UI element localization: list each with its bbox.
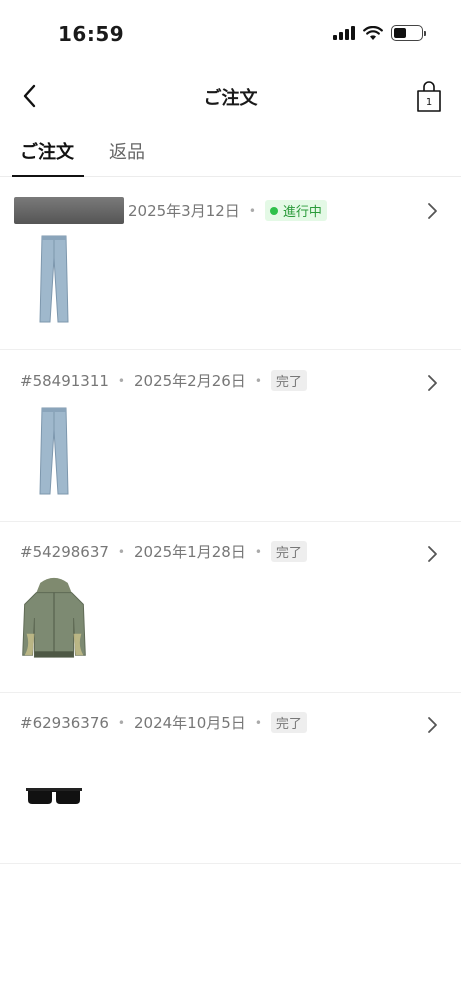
separator-dot: •	[117, 373, 125, 388]
order-header: 2025年3月12日 • 進行中	[14, 197, 421, 224]
jeans-thumbnail	[39, 407, 69, 495]
chevron-right-icon	[428, 546, 437, 562]
order-number: #62936376	[20, 713, 109, 732]
status-badge: 完了	[270, 541, 307, 562]
order-card[interactable]: 2025年3月12日 • 進行中	[0, 178, 461, 350]
shopping-bag-button[interactable]: 1	[413, 80, 445, 114]
order-card[interactable]: #58491311 • 2025年2月26日 • 完了	[0, 350, 461, 522]
bag-count: 1	[425, 97, 433, 108]
order-header: #54298637 • 2025年1月28日 • 完了	[20, 541, 421, 562]
status-time: 16:59	[58, 22, 125, 46]
cellular-signal-icon	[333, 26, 355, 40]
chevron-right-icon	[428, 717, 437, 733]
order-number: #58491311	[20, 371, 109, 390]
nav-bar: ご注文 1	[0, 72, 461, 120]
chevron-right-icon	[428, 203, 437, 219]
order-date: 2025年2月26日	[134, 372, 246, 390]
order-card[interactable]: #54298637 • 2025年1月28日 • 完了	[0, 521, 461, 693]
separator-dot: •	[254, 715, 262, 730]
status-badge: 完了	[270, 370, 307, 391]
order-tabs: ご注文 返品	[0, 128, 461, 177]
order-header: #58491311 • 2025年2月26日 • 完了	[20, 370, 421, 391]
chevron-right-icon	[428, 375, 437, 391]
status-label: 進行中	[282, 205, 322, 220]
order-card[interactable]: #62936376 • 2024年10月5日 • 完了	[0, 692, 461, 864]
sunglasses-thumbnail	[26, 788, 82, 804]
separator-dot: •	[254, 373, 262, 388]
separator-dot: •	[248, 203, 256, 218]
separator-dot: •	[117, 715, 125, 730]
status-badge: 進行中	[264, 200, 327, 221]
order-date: 2024年10月5日	[134, 714, 246, 732]
jacket-thumbnail	[22, 577, 86, 658]
order-number: #54298637	[20, 542, 109, 561]
tab-orders[interactable]: ご注文	[20, 138, 74, 164]
status-bar: 16:59	[0, 0, 461, 64]
order-date: 2025年3月12日	[128, 202, 240, 220]
separator-dot: •	[254, 544, 262, 559]
battery-icon	[391, 25, 426, 41]
wifi-icon	[363, 25, 383, 40]
tab-returns[interactable]: 返品	[109, 138, 145, 164]
in-progress-dot-icon	[269, 206, 278, 215]
page-title: ご注文	[203, 88, 258, 109]
jeans-thumbnail	[39, 235, 69, 323]
order-date: 2025年1月28日	[134, 543, 246, 561]
separator-dot: •	[117, 544, 125, 559]
active-tab-indicator	[12, 175, 84, 177]
status-icons	[333, 25, 426, 41]
order-number-redacted	[14, 197, 124, 224]
order-header: #62936376 • 2024年10月5日 • 完了	[20, 712, 421, 733]
status-badge: 完了	[270, 712, 307, 733]
